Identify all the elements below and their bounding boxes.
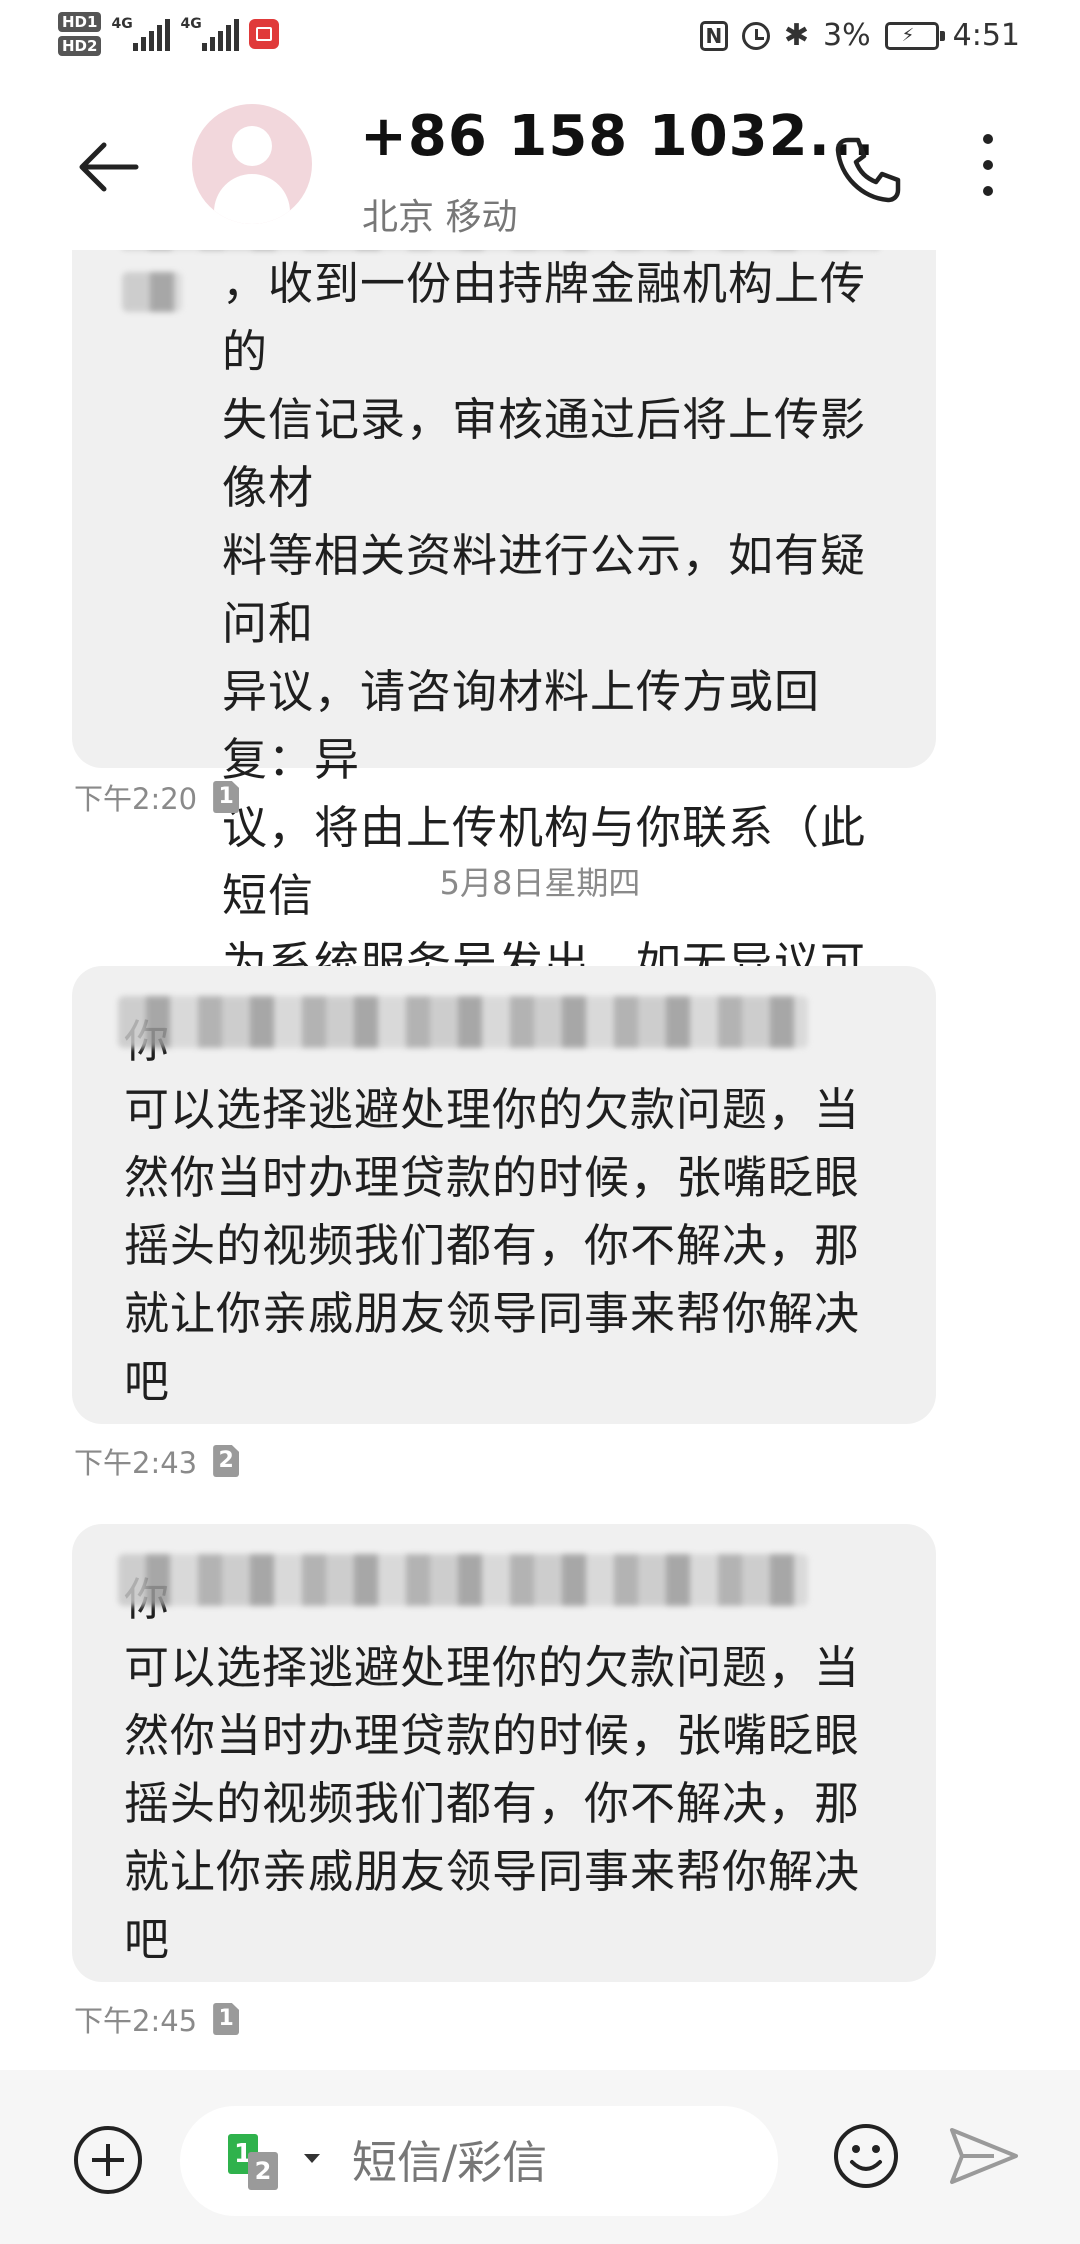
battery-percent: 3%	[823, 18, 871, 53]
message-time: 下午2:20	[74, 782, 198, 816]
message-input[interactable]	[350, 2130, 754, 2194]
chevron-down-icon[interactable]	[304, 2154, 320, 2163]
composer-bar: 1 2	[0, 2070, 1080, 2244]
message-bubble[interactable]: 你 可以选择逃避处理你的欠款问题，当 然你当时办理贷款的时候，张嘴眨眼 摇头的视…	[72, 966, 936, 1424]
conversation-list[interactable]: ，收到一份由持牌金融机构上传的 失信记录，审核通过后将上传影像材 料等相关资料进…	[0, 250, 1080, 2070]
sim-2-icon: 2	[248, 2152, 278, 2190]
bluetooth-icon: ✱	[783, 17, 810, 53]
status-bar: HD1 HD2 4G 4G N ✱ 3% ⚡ 4:51	[0, 0, 1080, 80]
redacted-area	[118, 1554, 808, 1606]
clock: 4:51	[952, 18, 1020, 53]
message-input-container[interactable]: 1 2	[180, 2106, 778, 2216]
message-bubble[interactable]: ，收到一份由持牌金融机构上传的 失信记录，审核通过后将上传影像材 料等相关资料进…	[72, 250, 936, 1126]
notification-app-icon	[249, 19, 280, 49]
contact-number[interactable]: +86 158 1032...	[360, 104, 875, 169]
hd1-badge: HD1	[58, 12, 102, 32]
message-time: 下午2:45	[74, 2004, 198, 2038]
more-vertical-icon	[966, 134, 1010, 196]
redacted-area	[118, 996, 808, 1048]
network-type-1: 4G	[111, 16, 133, 32]
emoji-button[interactable]	[832, 2122, 900, 2190]
signal-1-icon: 4G	[111, 16, 171, 51]
status-bar-left: HD1 HD2 4G 4G	[58, 12, 280, 56]
network-type-2: 4G	[180, 16, 202, 32]
send-button[interactable]	[948, 2124, 1020, 2188]
redacted-area	[122, 272, 182, 312]
back-arrow-icon	[79, 142, 139, 192]
sim-card-icon: 1	[213, 781, 240, 813]
signal-2-icon: 4G	[180, 16, 240, 51]
hd-indicators: HD1 HD2	[58, 12, 102, 56]
add-icon[interactable]	[74, 2126, 142, 2194]
more-options-button[interactable]	[966, 134, 1010, 206]
nfc-icon: N	[699, 20, 728, 51]
message-text: 你 可以选择逃避处理你的欠款问题，当 然你当时办理贷款的时候，张嘴眨眼 摇头的视…	[124, 1015, 861, 1408]
call-button[interactable]	[826, 130, 906, 210]
sim-card-icon: 2	[213, 1445, 240, 1477]
phone-icon	[835, 137, 901, 203]
conversation-header: +86 158 1032... 北京 移动	[0, 90, 1080, 250]
date-separator: 5月8日星期四	[439, 864, 641, 902]
status-bar-right: N ✱ 3% ⚡ 4:51	[699, 17, 1020, 53]
message-text: 你 可以选择逃避处理你的欠款问题，当 然你当时办理贷款的时候，张嘴眨眼 摇头的视…	[124, 1573, 861, 1966]
sim-selector[interactable]: 1 2	[228, 2134, 288, 2190]
send-icon	[950, 2128, 1018, 2184]
contact-location: 北京 移动	[362, 197, 518, 238]
back-button[interactable]	[74, 132, 144, 202]
message-meta: 下午2:45 1	[74, 1998, 240, 2040]
hd2-badge: HD2	[58, 36, 102, 56]
emoji-icon	[834, 2124, 898, 2188]
message-meta: 下午2:20 1	[74, 776, 240, 818]
message-time: 下午2:43	[74, 1446, 198, 1480]
battery-icon: ⚡	[884, 21, 945, 50]
sim-card-icon: 1	[213, 2003, 240, 2035]
alarm-icon	[741, 21, 770, 50]
message-bubble[interactable]: 你 可以选择逃避处理你的欠款问题，当 然你当时办理贷款的时候，张嘴眨眼 摇头的视…	[72, 1524, 936, 1982]
message-meta: 下午2:43 2	[74, 1440, 240, 1482]
avatar-icon[interactable]	[192, 104, 312, 224]
